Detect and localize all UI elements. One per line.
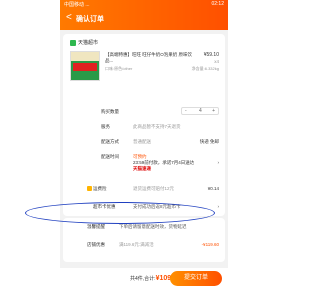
shipping-insurance-price: ¥0.14 xyxy=(207,186,219,191)
status-bar: 中国移动 ... 02:12 xyxy=(64,1,224,9)
quantity-value[interactable]: 4 xyxy=(199,108,202,114)
service-value: 此商品暂不支持7天退货 xyxy=(133,124,181,129)
reminder-label: 温馨提醒 xyxy=(87,224,105,229)
header-bar: 中国移动 ... 02:12 < 确认订单 xyxy=(60,0,228,30)
shipping-insurance-value: 退货运费可赔付12元 xyxy=(133,186,175,191)
product-image-top xyxy=(71,52,99,61)
back-icon[interactable]: < xyxy=(66,13,72,23)
quantity-minus-button[interactable]: - xyxy=(185,108,187,114)
total-label: 合计: xyxy=(144,276,156,282)
tmall-express-logo: 天猫速递 xyxy=(133,166,151,171)
service-label: 服务 xyxy=(101,124,110,129)
product-image[interactable] xyxy=(70,51,100,81)
page-title: 确认订单 xyxy=(76,16,104,23)
chevron-right-icon[interactable]: › xyxy=(218,160,220,165)
submit-order-button[interactable]: 提交订单 xyxy=(170,271,222,286)
item-count: 共4件, xyxy=(130,276,145,282)
store-card: 天猫超市 【高端特惠】旺旺 旺仔牛奶O泡果奶 原味饮品... ¥59.10 x4… xyxy=(63,34,225,216)
store-header: 天猫超市 xyxy=(70,39,98,46)
page: 中国移动 ... 02:12 < 确认订单 天猫超市 【高端特惠】旺旺 旺仔牛奶… xyxy=(0,0,290,290)
delivery-time-label: 配送时间 xyxy=(101,154,119,159)
quantity-label: 购买数量 xyxy=(101,109,119,114)
quantity-stepper[interactable]: - 4 + xyxy=(181,107,219,115)
phone-screen: 中国移动 ... 02:12 < 确认订单 天猫超市 【高端特惠】旺旺 旺仔牛奶… xyxy=(60,0,228,290)
bottom-bar: 共4件,合计:¥109.80 提交订单 xyxy=(60,268,228,290)
reservable-tag: 可预约 xyxy=(133,154,147,159)
store-discount-price: -¥119.60 xyxy=(201,242,219,247)
chevron-right-icon[interactable]: › xyxy=(218,204,220,209)
store-discount-label: 店铺优惠 xyxy=(87,242,105,247)
checkbox-checked-icon[interactable] xyxy=(87,186,92,192)
product-spec: 口味:原色/other xyxy=(105,66,133,71)
status-carrier: 中国移动 ... xyxy=(64,2,90,8)
product-weight: 净含量:6.332kg xyxy=(191,66,219,71)
shipping-insurance-label: 运费险 xyxy=(87,186,107,192)
tmall-logo-icon xyxy=(70,39,76,46)
product-image-label xyxy=(73,63,97,71)
discount-card: 温馨提醒 下单后请留意配送时效，货物延迟 店铺优惠 满119.6元:满减活 -¥… xyxy=(63,218,225,262)
delivery-right: 快递 免邮 xyxy=(199,139,219,144)
reminder-value: 下单后请留意配送时效，货物延迟 xyxy=(119,224,187,229)
quantity-plus-button[interactable]: + xyxy=(212,108,215,114)
store-name: 天猫超市 xyxy=(78,40,99,46)
highlight-annotation xyxy=(25,202,215,224)
delivery-value: 普通配送 xyxy=(133,139,151,144)
product-price: ¥59.10 xyxy=(203,52,219,58)
delivery-label: 配送方式 xyxy=(101,139,119,144)
product-name[interactable]: 【高端特惠】旺旺 旺仔牛奶O泡果奶 原味饮品... xyxy=(105,52,200,64)
product-qty: x4 xyxy=(214,59,219,64)
store-discount-value: 满119.6元:满减活 xyxy=(119,242,154,247)
status-time: 02:12 xyxy=(211,1,224,7)
